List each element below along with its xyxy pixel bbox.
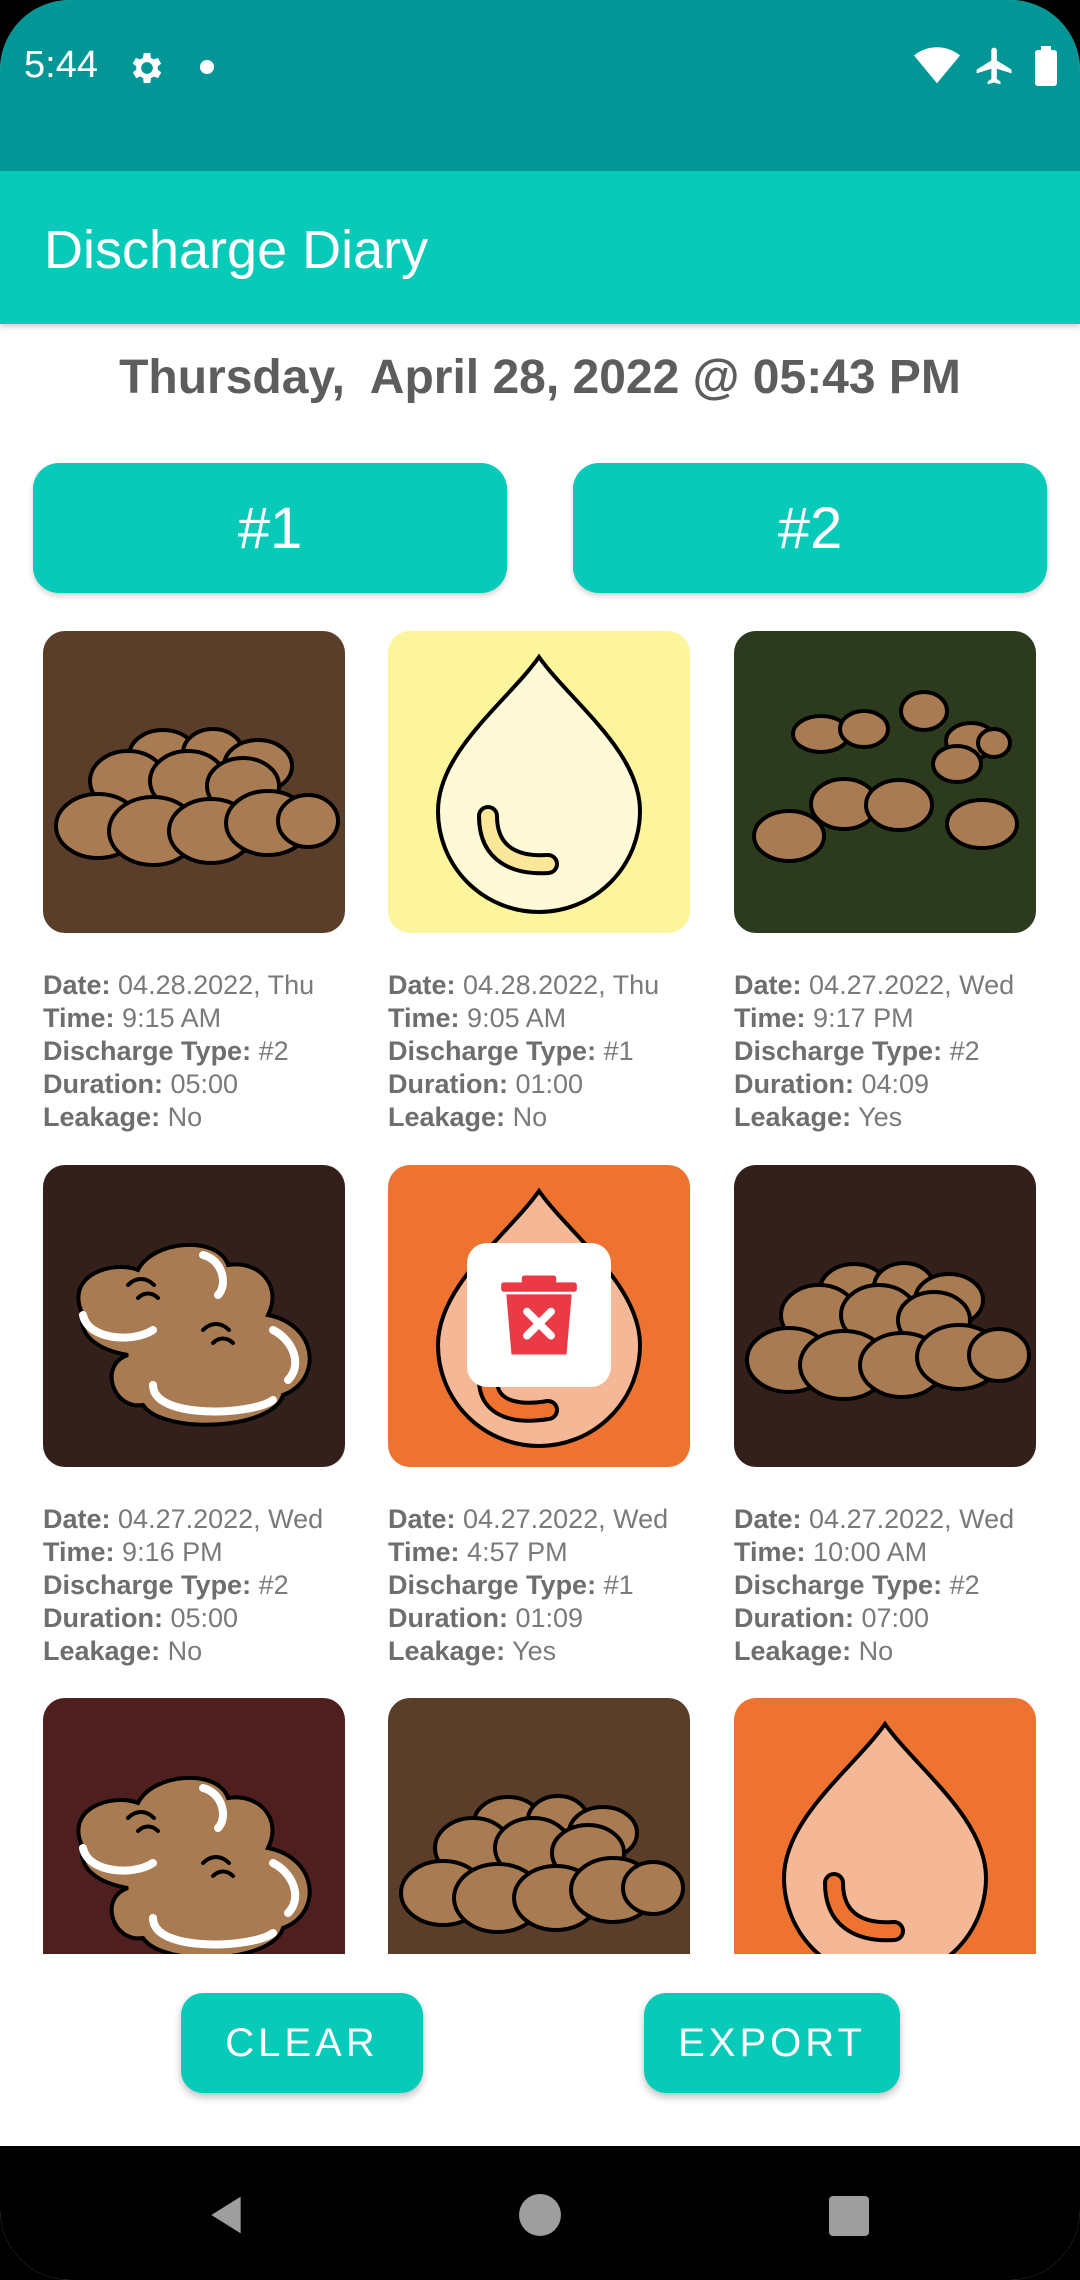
airplane-icon [976, 47, 1012, 85]
entry-tile[interactable] [734, 1698, 1036, 1954]
entry-duration: Duration: 05:00 [43, 1603, 239, 1633]
delete-entry-button[interactable] [467, 1243, 611, 1387]
entry-time: Time: 9:15 AM [43, 1003, 222, 1033]
entry-details: Date: 04.27.2022, Wed Time: 9:16 PM Disc… [43, 1503, 373, 1668]
clear-button[interactable]: CLEAR [181, 1993, 423, 2093]
entry-date: Date: 04.27.2022, Wed [734, 970, 1015, 1000]
entry-time: Time: 9:05 AM [388, 1003, 567, 1033]
notification-dot-icon [200, 60, 214, 74]
entry-leakage: Leakage: No [388, 1102, 548, 1132]
entry-leakage: Leakage: No [43, 1636, 203, 1666]
entry-leakage: Leakage: No [734, 1636, 894, 1666]
lumpy-stool-icon [43, 631, 345, 933]
phone-screen: 5:44 Discharge Diary Thursday, April 28,… [0, 0, 1080, 2280]
entry-tile[interactable] [388, 1165, 690, 1467]
entry-details: Date: 04.27.2022, Wed Time: 9:17 PM Disc… [734, 969, 1064, 1134]
entry-tile[interactable] [388, 1698, 690, 1954]
entry-leakage: Leakage: No [43, 1102, 203, 1132]
entry-type: Discharge Type: #2 [43, 1570, 289, 1600]
entry-date: Date: 04.27.2022, Wed [43, 1504, 324, 1534]
home-icon[interactable] [519, 2194, 561, 2236]
app-bar: Discharge Diary [0, 171, 1080, 324]
entry-duration: Duration: 04:09 [734, 1069, 930, 1099]
export-button[interactable]: EXPORT [644, 1993, 900, 2093]
entry-time: Time: 10:00 AM [734, 1537, 928, 1567]
entry-type: Discharge Type: #2 [43, 1036, 289, 1066]
entry-tile[interactable] [43, 1165, 345, 1467]
log-type2-button[interactable]: #2 [573, 463, 1047, 593]
lumpy-stool-icon [388, 1698, 690, 1954]
entry-tile[interactable] [734, 1165, 1036, 1467]
entry-details: Date: 04.27.2022, Wed Time: 10:00 AM Dis… [734, 1503, 1064, 1668]
urine-drop-icon [734, 1698, 1036, 1954]
status-time: 5:44 [24, 44, 98, 86]
entry-type: Discharge Type: #1 [388, 1570, 634, 1600]
entry-time: Time: 9:16 PM [43, 1537, 223, 1567]
urine-drop-icon [388, 631, 690, 933]
pebble-stool-icon [734, 631, 1036, 933]
gear-icon [132, 53, 162, 83]
recents-icon[interactable] [829, 2196, 869, 2236]
app-title: Discharge Diary [44, 220, 429, 280]
soft-stool-icon [43, 1698, 345, 1954]
entry-duration: Duration: 01:00 [388, 1069, 584, 1099]
trash-delete-icon [501, 1275, 577, 1355]
entry-details: Date: 04.28.2022, Thu Time: 9:05 AM Disc… [388, 969, 718, 1134]
entry-tile[interactable] [388, 631, 690, 933]
entry-details: Date: 04.28.2022, Thu Time: 9:15 AM Disc… [43, 969, 373, 1134]
entry-leakage: Leakage: Yes [734, 1102, 903, 1132]
entry-tile[interactable] [734, 631, 1036, 933]
entry-duration: Duration: 01:09 [388, 1603, 584, 1633]
back-icon[interactable] [204, 2193, 248, 2237]
soft-stool-icon [43, 1165, 345, 1467]
entry-details: Date: 04.27.2022, Wed Time: 4:57 PM Disc… [388, 1503, 718, 1668]
entry-type: Discharge Type: #2 [734, 1036, 980, 1066]
entry-type: Discharge Type: #2 [734, 1570, 980, 1600]
entry-leakage: Leakage: Yes [388, 1636, 557, 1666]
log-type1-button[interactable]: #1 [33, 463, 507, 593]
entry-type: Discharge Type: #1 [388, 1036, 634, 1066]
entry-tile[interactable] [43, 631, 345, 933]
entry-time: Time: 4:57 PM [388, 1537, 568, 1567]
entry-tile[interactable] [43, 1698, 345, 1954]
entry-duration: Duration: 05:00 [43, 1069, 239, 1099]
entry-duration: Duration: 07:00 [734, 1603, 930, 1633]
status-bar: 5:44 [0, 0, 1080, 171]
entries-grid[interactable]: Date: 04.28.2022, Thu Time: 9:15 AM Disc… [0, 616, 1080, 1954]
entry-date: Date: 04.28.2022, Thu [43, 970, 315, 1000]
system-nav-bar [0, 2146, 1080, 2280]
wifi-icon [914, 47, 960, 84]
entry-time: Time: 9:17 PM [734, 1003, 914, 1033]
entry-date: Date: 04.28.2022, Thu [388, 970, 660, 1000]
entry-date: Date: 04.27.2022, Wed [734, 1504, 1015, 1534]
lumpy-stool-icon [734, 1165, 1036, 1467]
battery-icon [1035, 46, 1057, 86]
current-datetime: Thursday, April 28, 2022 @ 05:43 PM [119, 351, 961, 404]
entry-date: Date: 04.27.2022, Wed [388, 1504, 669, 1534]
